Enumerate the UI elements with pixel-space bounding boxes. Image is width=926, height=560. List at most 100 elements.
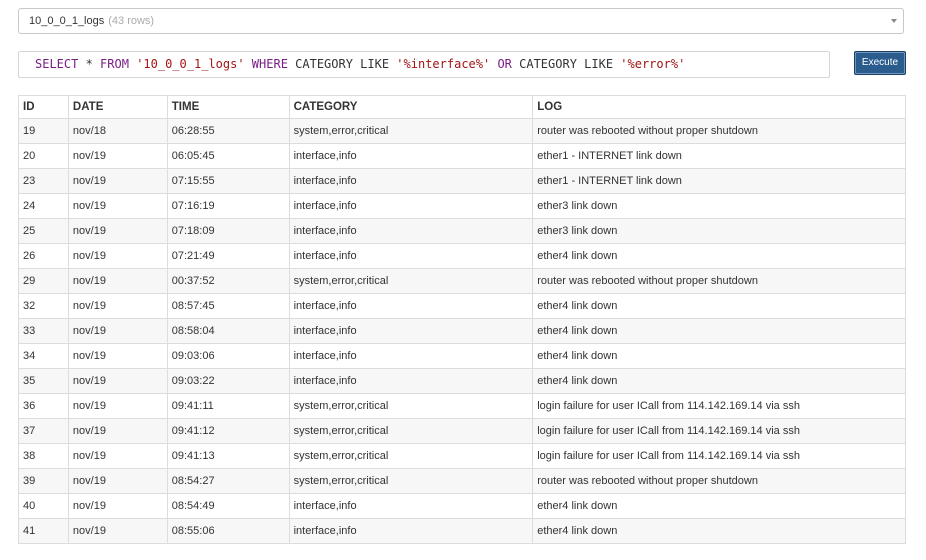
cell-category: interface,info bbox=[288, 218, 534, 244]
table-select-value: 10_0_0_1_logs (43 rows) bbox=[19, 15, 891, 27]
cell-log: login failure for user ICall from 114.14… bbox=[532, 443, 906, 469]
table-row: 29 nov/19 00:37:52 system,error,critical rou… bbox=[18, 268, 906, 294]
table-row: 25 nov/19 07:18:09 interface,info ether3 lin… bbox=[18, 218, 906, 244]
cell-category: system,error,critical bbox=[288, 118, 534, 144]
cell-log: login failure for user ICall from 114.14… bbox=[532, 393, 906, 419]
cell-time: 09:03:22 bbox=[166, 368, 290, 394]
cell-time: 09:03:06 bbox=[166, 343, 290, 369]
sql-token: * bbox=[78, 57, 101, 71]
cell-date: nov/19 bbox=[67, 318, 168, 344]
cell-log: ether4 link down bbox=[532, 518, 906, 544]
column-header-id: ID bbox=[18, 95, 69, 119]
cell-category: interface,info bbox=[288, 168, 534, 194]
cell-id: 39 bbox=[18, 468, 69, 494]
cell-log: ether4 link down bbox=[532, 343, 906, 369]
table-row: 39 nov/19 08:54:27 system,error,critical rou… bbox=[18, 468, 906, 494]
cell-id: 41 bbox=[18, 518, 69, 544]
cell-date: nov/19 bbox=[67, 468, 168, 494]
sql-token: OR bbox=[497, 57, 512, 71]
table-row: 32 nov/19 08:57:45 interface,info ether4 lin… bbox=[18, 293, 906, 319]
sql-query-editor[interactable]: SELECT * FROM '10_0_0_1_logs' WHERE CATE… bbox=[18, 51, 830, 78]
cell-date: nov/19 bbox=[67, 193, 168, 219]
cell-time: 08:54:27 bbox=[166, 468, 290, 494]
cell-category: interface,info bbox=[288, 243, 534, 269]
table-row: 20 nov/19 06:05:45 interface,info ether1 - I… bbox=[18, 143, 906, 169]
cell-date: nov/19 bbox=[67, 518, 168, 544]
cell-category: system,error,critical bbox=[288, 393, 534, 419]
row-count: (43 rows) bbox=[108, 15, 155, 27]
sql-token: WHERE bbox=[251, 57, 288, 71]
cell-time: 09:41:11 bbox=[166, 393, 290, 419]
sql-token: SELECT bbox=[35, 57, 79, 71]
cell-id: 24 bbox=[18, 193, 69, 219]
cell-log: router was rebooted without proper shutd… bbox=[532, 468, 906, 494]
cell-log: ether3 link down bbox=[532, 218, 906, 244]
cell-log: ether1 - INTERNET link down bbox=[532, 143, 906, 169]
sql-token: '%error%' bbox=[620, 57, 686, 71]
cell-category: system,error,critical bbox=[288, 268, 534, 294]
cell-time: 06:05:45 bbox=[166, 143, 290, 169]
sql-token: FROM bbox=[100, 57, 129, 71]
column-header-time: TIME bbox=[166, 95, 290, 119]
sql-token: '%interface%' bbox=[396, 57, 491, 71]
cell-time: 09:41:12 bbox=[166, 418, 290, 444]
cell-id: 32 bbox=[18, 293, 69, 319]
table-row: 41 nov/19 08:55:06 interface,info ether4 lin… bbox=[18, 518, 906, 544]
cell-log: ether4 link down bbox=[532, 493, 906, 519]
cell-category: system,error,critical bbox=[288, 443, 534, 469]
cell-category: interface,info bbox=[288, 518, 534, 544]
cell-id: 40 bbox=[18, 493, 69, 519]
cell-id: 26 bbox=[18, 243, 69, 269]
table-row: 34 nov/19 09:03:06 interface,info ether4 lin… bbox=[18, 343, 906, 369]
cell-time: 08:57:45 bbox=[166, 293, 290, 319]
cell-category: interface,info bbox=[288, 343, 534, 369]
cell-category: interface,info bbox=[288, 318, 534, 344]
cell-log: ether4 link down bbox=[532, 293, 906, 319]
cell-id: 34 bbox=[18, 343, 69, 369]
cell-time: 07:21:49 bbox=[166, 243, 290, 269]
cell-log: ether4 link down bbox=[532, 368, 906, 394]
column-header-log: LOG bbox=[532, 95, 906, 119]
cell-category: interface,info bbox=[288, 493, 534, 519]
execute-button[interactable]: Execute bbox=[854, 51, 906, 75]
cell-id: 23 bbox=[18, 168, 69, 194]
cell-id: 29 bbox=[18, 268, 69, 294]
cell-date: nov/19 bbox=[67, 268, 168, 294]
header-row: ID DATE TIME CATEGORY LOG bbox=[18, 95, 906, 119]
chevron-down-icon[interactable] bbox=[891, 19, 897, 23]
cell-date: nov/19 bbox=[67, 418, 168, 444]
cell-category: system,error,critical bbox=[288, 418, 534, 444]
cell-date: nov/19 bbox=[67, 368, 168, 394]
table-row: 38 nov/19 09:41:13 system,error,critical log… bbox=[18, 443, 906, 469]
cell-date: nov/19 bbox=[67, 393, 168, 419]
cell-date: nov/19 bbox=[67, 343, 168, 369]
table-row: 24 nov/19 07:16:19 interface,info ether3 lin… bbox=[18, 193, 906, 219]
cell-time: 07:18:09 bbox=[166, 218, 290, 244]
results-table: ID DATE TIME CATEGORY LOG 19 nov/18 06:28:… bbox=[18, 95, 906, 544]
sql-token: CATEGORY LIKE bbox=[287, 57, 397, 71]
cell-id: 25 bbox=[18, 218, 69, 244]
table-row: 36 nov/19 09:41:11 system,error,critical log… bbox=[18, 393, 906, 419]
cell-time: 08:55:06 bbox=[166, 518, 290, 544]
cell-date: nov/19 bbox=[67, 168, 168, 194]
cell-date: nov/19 bbox=[67, 493, 168, 519]
cell-log: ether4 link down bbox=[532, 318, 906, 344]
table-name: 10_0_0_1_logs bbox=[29, 15, 105, 27]
table-row: 19 nov/18 06:28:55 system,error,critical rou… bbox=[18, 118, 906, 144]
cell-date: nov/19 bbox=[67, 143, 168, 169]
cell-time: 07:16:19 bbox=[166, 193, 290, 219]
cell-id: 19 bbox=[18, 118, 69, 144]
cell-category: interface,info bbox=[288, 293, 534, 319]
cell-category: interface,info bbox=[288, 368, 534, 394]
cell-time: 08:58:04 bbox=[166, 318, 290, 344]
table-select[interactable]: 10_0_0_1_logs (43 rows) bbox=[18, 8, 904, 34]
cell-category: system,error,critical bbox=[288, 468, 534, 494]
cell-category: interface,info bbox=[288, 143, 534, 169]
sql-token: CATEGORY LIKE bbox=[511, 57, 621, 71]
cell-id: 36 bbox=[18, 393, 69, 419]
table-row: 35 nov/19 09:03:22 interface,info ether4 lin… bbox=[18, 368, 906, 394]
table-row: 40 nov/19 08:54:49 interface,info ether4 lin… bbox=[18, 493, 906, 519]
cell-log: router was rebooted without proper shutd… bbox=[532, 118, 906, 144]
cell-time: 08:54:49 bbox=[166, 493, 290, 519]
